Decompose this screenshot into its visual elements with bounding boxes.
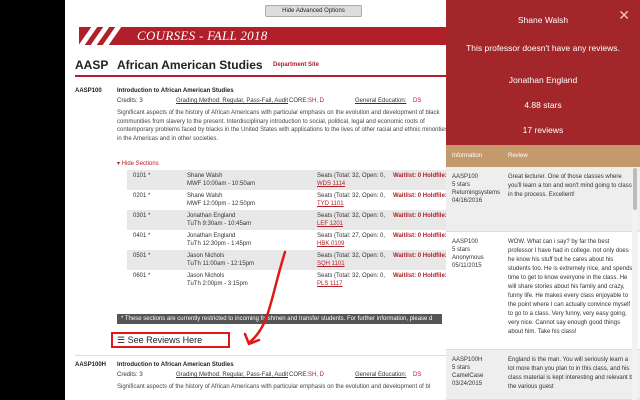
column-review: Review: [508, 153, 528, 159]
rating-stars: 4.88 stars: [524, 100, 562, 110]
review-date: 04/16/2016: [452, 198, 483, 204]
review-course: AASP100: [452, 239, 479, 245]
review-stars: 5 stars: [452, 247, 471, 253]
review-info: AASP100H 5 stars CamelCase 03/24/2015: [452, 356, 507, 388]
panel-header: ✕ Shane Walsh This professor doesn't hav…: [446, 0, 640, 145]
review-row: AASP100 5 stars Returningsystems 04/16/2…: [446, 167, 640, 232]
reviews-panel: ✕ Shane Walsh This professor doesn't hav…: [446, 0, 640, 400]
review-info: AASP100 5 stars Anonymous 05/11/2015: [452, 238, 507, 270]
professor-name: Jonathan England: [508, 75, 578, 85]
column-information: Information: [452, 153, 483, 159]
core-value: SH, D: [308, 372, 325, 378]
review-author: Returningsystems: [452, 190, 501, 196]
review-course: AASP100: [452, 174, 479, 180]
grading-method-link[interactable]: Grading Method: Regular, Pass-Fail, Audi…: [176, 372, 288, 378]
review-author: Anonymous: [452, 255, 484, 261]
reviews-table-header: Information Review: [446, 145, 640, 167]
review-stars: 5 stars: [452, 182, 471, 188]
review-text: England is the man. You will seriously l…: [508, 357, 636, 390]
review-row: AASP100H 5 stars CamelCase 03/24/2015 En…: [446, 350, 640, 400]
review-date: 03/24/2015: [452, 381, 483, 387]
review-date: 05/11/2015: [452, 263, 482, 269]
course-aasp100h: AASP100H Introduction to African America…: [75, 362, 455, 400]
review-row: AASP100 5 stars Anonymous 05/11/2015 WOW…: [446, 232, 640, 350]
no-reviews-message: This professor doesn't have any reviews.: [466, 43, 620, 53]
review-course: AASP100H: [452, 357, 483, 363]
professor-name: Shane Walsh: [517, 15, 569, 25]
course-id: AASP100H: [75, 362, 107, 368]
gen-ed-link[interactable]: General Education:: [355, 372, 406, 378]
review-count: 17 reviews: [522, 125, 564, 135]
review-info: AASP100 5 stars Returningsystems 04/16/2…: [452, 173, 507, 205]
core-label: CORE:: [289, 372, 309, 378]
course-description: Significant aspects of the history of Af…: [117, 384, 431, 390]
arrow-stroke: [248, 250, 287, 344]
review-stars: 5 stars: [452, 365, 471, 371]
credits: Credits: 3: [117, 372, 143, 378]
review-author: CamelCase: [452, 373, 484, 379]
review-text: Great lecturer. One of those classes whe…: [508, 174, 632, 198]
gen-ed-value: DS: [413, 372, 422, 378]
reviews-scroll-thumb[interactable]: [633, 168, 637, 210]
review-text: WOW. What can i say? by far the best pro…: [508, 239, 633, 335]
course-divider: [75, 355, 455, 356]
course-title: Introduction to African American Studies: [117, 362, 234, 368]
